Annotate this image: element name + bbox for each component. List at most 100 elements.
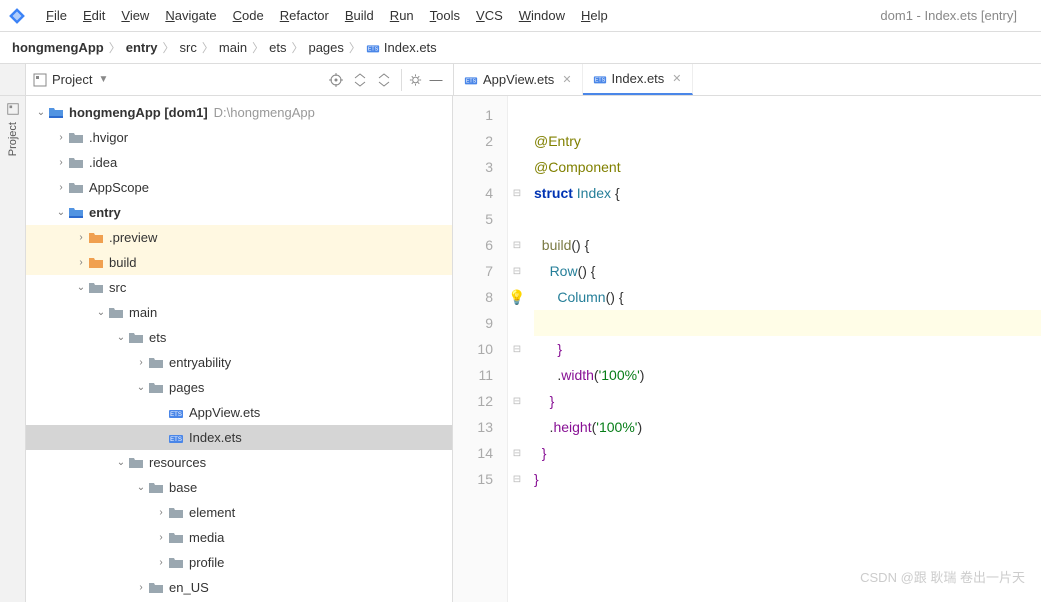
menu-vcs[interactable]: VCS — [468, 4, 511, 27]
fold-icon[interactable]: ⊟ — [508, 336, 526, 362]
code-editor[interactable]: 123456789101112131415 ⊟⊟⊟💡⊟⊟⊟⊟ @Entry@Co… — [453, 96, 1041, 602]
project-tool-tab[interactable]: Project — [7, 122, 19, 156]
tree-node[interactable]: ⌄hongmengApp [dom1]D:\hongmengApp — [26, 100, 452, 125]
tree-node[interactable]: AppView.ets — [26, 400, 452, 425]
tree-expander-icon[interactable]: › — [134, 582, 148, 593]
tree-node[interactable]: ⌄resources — [26, 450, 452, 475]
chevron-right-icon: 〉 — [202, 39, 214, 56]
breadcrumb-item[interactable]: main — [219, 40, 247, 55]
collapse-all-button[interactable] — [373, 69, 395, 91]
expand-all-button[interactable] — [349, 69, 371, 91]
line-number: 6 — [453, 232, 493, 258]
code-line[interactable]: } — [534, 440, 1041, 466]
menu-run[interactable]: Run — [382, 4, 422, 27]
breadcrumb-item[interactable]: hongmengApp — [12, 40, 104, 55]
tree-expander-icon[interactable]: › — [54, 182, 68, 193]
tree-expander-icon[interactable]: ⌄ — [114, 457, 128, 468]
code-line[interactable]: } — [534, 466, 1041, 492]
tree-expander-icon[interactable]: › — [54, 132, 68, 143]
menu-view[interactable]: View — [113, 4, 157, 27]
tree-node[interactable]: ›build — [26, 250, 452, 275]
chevron-right-icon: 〉 — [109, 39, 121, 56]
tree-node[interactable]: ›profile — [26, 550, 452, 575]
tree-expander-icon[interactable]: ⌄ — [74, 282, 88, 293]
breadcrumb-item[interactable]: ets — [269, 40, 286, 55]
tree-node[interactable]: ›entryability — [26, 350, 452, 375]
code-line[interactable]: .width('100%') — [534, 362, 1041, 388]
fold-icon[interactable]: ⊟ — [508, 466, 526, 492]
code-line[interactable]: Column() { — [534, 284, 1041, 310]
panel-settings-button[interactable] — [401, 69, 423, 91]
tree-node[interactable]: ›element — [26, 500, 452, 525]
code-line[interactable]: struct Index { — [534, 180, 1041, 206]
tree-node[interactable]: Index.ets — [26, 425, 452, 450]
code-line[interactable]: build() { — [534, 232, 1041, 258]
breadcrumb-item[interactable]: src — [180, 40, 197, 55]
hide-panel-button[interactable]: — — [425, 69, 447, 91]
code-line[interactable]: } — [534, 388, 1041, 414]
select-opened-file-button[interactable] — [325, 69, 347, 91]
folder-icon — [128, 330, 144, 346]
tree-expander-icon[interactable]: ⌄ — [134, 482, 148, 493]
editor-tab[interactable]: Index.ets✕ — [583, 64, 693, 95]
menu-tools[interactable]: Tools — [422, 4, 468, 27]
menu-refactor[interactable]: Refactor — [272, 4, 337, 27]
code-line[interactable]: @Entry — [534, 128, 1041, 154]
tree-node[interactable]: ⌄src — [26, 275, 452, 300]
project-tree[interactable]: ⌄hongmengApp [dom1]D:\hongmengApp›.hvigo… — [26, 96, 453, 602]
tree-node[interactable]: ›.preview — [26, 225, 452, 250]
folder-icon — [168, 530, 184, 546]
tree-node[interactable]: ⌄main — [26, 300, 452, 325]
menu-build[interactable]: Build — [337, 4, 382, 27]
editor-tab[interactable]: AppView.ets✕ — [454, 64, 583, 95]
fold-icon[interactable]: ⊟ — [508, 258, 526, 284]
breadcrumb-item[interactable]: Index.ets — [366, 40, 437, 55]
tree-expander-icon[interactable]: › — [74, 257, 88, 268]
tree-node[interactable]: ⌄pages — [26, 375, 452, 400]
code-line[interactable] — [534, 310, 1041, 336]
tree-expander-icon[interactable]: ⌄ — [94, 307, 108, 318]
menu-navigate[interactable]: Navigate — [157, 4, 224, 27]
fold-icon[interactable]: ⊟ — [508, 232, 526, 258]
close-tab-icon[interactable]: ✕ — [672, 72, 681, 85]
tree-expander-icon[interactable]: ⌄ — [114, 332, 128, 343]
code-line[interactable]: } — [534, 336, 1041, 362]
menu-file[interactable]: File — [38, 4, 75, 27]
tree-node[interactable]: ⌄ets — [26, 325, 452, 350]
code-line[interactable]: .height('100%') — [534, 414, 1041, 440]
tree-expander-icon[interactable]: › — [154, 507, 168, 518]
tree-node[interactable]: ›.idea — [26, 150, 452, 175]
tree-expander-icon[interactable]: ⌄ — [34, 107, 48, 118]
code-line[interactable] — [534, 206, 1041, 232]
close-tab-icon[interactable]: ✕ — [562, 73, 571, 86]
fold-icon[interactable]: ⊟ — [508, 180, 526, 206]
folder-icon — [68, 130, 84, 146]
code-line[interactable] — [534, 102, 1041, 128]
code-line[interactable]: Row() { — [534, 258, 1041, 284]
fold-icon[interactable]: ⊟ — [508, 388, 526, 414]
code-line[interactable]: @Component — [534, 154, 1041, 180]
project-view-dropdown[interactable]: ▼ — [98, 74, 108, 85]
tree-node[interactable]: ⌄base — [26, 475, 452, 500]
tree-node[interactable]: ›AppScope — [26, 175, 452, 200]
intention-bulb-icon[interactable]: 💡 — [508, 289, 525, 306]
tree-expander-icon[interactable]: › — [74, 232, 88, 243]
tree-node[interactable]: ›en_US — [26, 575, 452, 600]
fold-icon[interactable]: ⊟ — [508, 440, 526, 466]
menu-edit[interactable]: Edit — [75, 4, 113, 27]
menu-code[interactable]: Code — [225, 4, 272, 27]
tree-expander-icon[interactable]: › — [154, 532, 168, 543]
breadcrumb-item[interactable]: pages — [308, 40, 343, 55]
code-area[interactable]: @Entry@Componentstruct Index { build() {… — [526, 96, 1041, 602]
breadcrumb-item[interactable]: entry — [126, 40, 158, 55]
tree-node[interactable]: ›media — [26, 525, 452, 550]
tree-expander-icon[interactable]: › — [134, 357, 148, 368]
tree-expander-icon[interactable]: › — [54, 157, 68, 168]
menu-help[interactable]: Help — [573, 4, 616, 27]
menu-window[interactable]: Window — [511, 4, 573, 27]
tree-expander-icon[interactable]: › — [154, 557, 168, 568]
tree-expander-icon[interactable]: ⌄ — [134, 382, 148, 393]
tree-node[interactable]: ⌄entry — [26, 200, 452, 225]
tree-expander-icon[interactable]: ⌄ — [54, 207, 68, 218]
tree-node[interactable]: ›.hvigor — [26, 125, 452, 150]
